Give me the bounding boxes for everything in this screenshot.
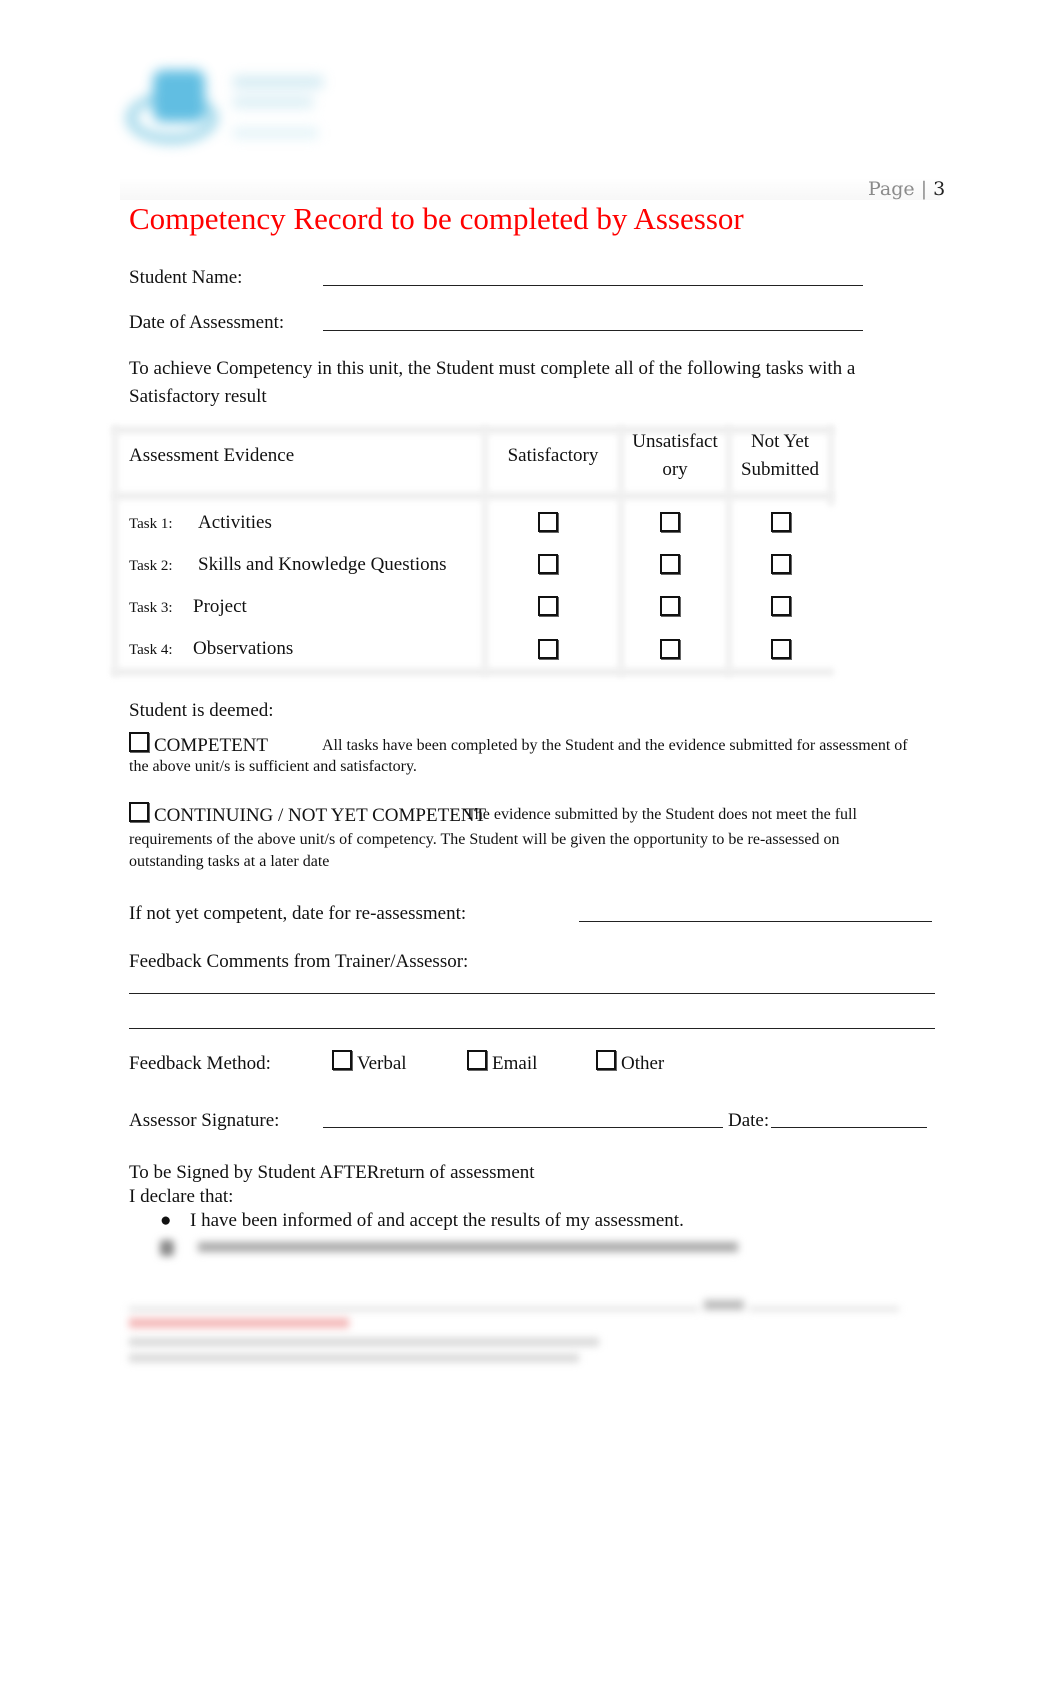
email-checkbox[interactable] [467,1050,487,1070]
nyc-description-cont: requirements of the above unit/s of comp… [129,831,840,848]
feedback-method-email[interactable]: Email [467,1050,537,1075]
verbal-checkbox[interactable] [332,1050,352,1070]
header-not-yet-submitted: Not Yet Submitted [740,431,820,480]
task-name: Project [193,596,247,617]
organisation-logo [118,62,328,154]
reassessment-date-field[interactable] [579,921,932,922]
task2-unsatisfactory-checkbox[interactable] [660,554,680,574]
assessor-date-label: Date: [728,1110,770,1131]
nyc-description: The evidence submitted by the Student do… [465,806,857,823]
task4-not-yet-submitted-checkbox[interactable] [771,639,791,659]
other-checkbox[interactable] [596,1050,616,1070]
task-number: Task 2: [129,558,173,574]
task-name: Skills and Knowledge Questions [198,554,447,575]
header-assessment-evidence: Assessment Evidence [129,445,295,466]
obscured-signature-line [129,1300,899,1314]
competent-description: All tasks have been completed by the Stu… [322,737,908,754]
date-of-assessment-field[interactable] [323,330,863,331]
obscured-declaration-item [160,1238,740,1256]
nyc-option[interactable]: CONTINUING / NOT YET COMPETENT [129,802,486,827]
task-number: Task 1: [129,516,173,532]
reassessment-label: If not yet competent, date for re-assess… [129,903,467,924]
task-name: Observations [193,638,294,659]
task-number: Task 4: [129,642,173,658]
task3-unsatisfactory-checkbox[interactable] [660,596,680,616]
header-divider [120,178,940,200]
assessor-date-field[interactable] [771,1127,927,1128]
declaration-item: ● I have been informed of and accept the … [160,1210,684,1231]
feedback-method-label: Feedback Method: [129,1053,271,1074]
task-name: Activities [198,512,272,533]
deemed-label: Student is deemed: [129,700,274,721]
assessor-signature-label: Assessor Signature: [129,1110,280,1131]
competent-option[interactable]: COMPETENT [129,732,268,757]
task4-unsatisfactory-checkbox[interactable] [660,639,680,659]
date-of-assessment-label: Date of Assessment: [129,312,285,333]
competent-label: COMPETENT [154,735,268,756]
intro-text: To achieve Competency in this unit, the … [129,358,856,407]
obscured-note-line-1 [129,1338,599,1346]
header-unsatisfactory: Unsatisfact ory [632,431,718,480]
task4-satisfactory-checkbox[interactable] [538,639,558,659]
task1-unsatisfactory-checkbox[interactable] [660,512,680,532]
page-label: Page | [868,178,928,200]
nyc-description-cont2: outstanding tasks at a later date [129,853,330,870]
feedback-method-other[interactable]: Other [596,1050,664,1075]
task2-not-yet-submitted-checkbox[interactable] [771,554,791,574]
assessor-signature-field[interactable] [323,1127,723,1128]
declare-label: I declare that: [129,1186,234,1207]
task-number: Task 3: [129,600,173,616]
task2-satisfactory-checkbox[interactable] [538,554,558,574]
nyc-checkbox[interactable] [129,802,149,822]
nyc-label: CONTINUING / NOT YET COMPETENT [154,805,487,826]
feedback-comments-line-1[interactable] [129,993,935,994]
page-title: Competency Record to be completed by Ass… [129,201,744,236]
competent-checkbox[interactable] [129,732,149,752]
task1-not-yet-submitted-checkbox[interactable] [771,512,791,532]
task3-not-yet-submitted-checkbox[interactable] [771,596,791,616]
obscured-note-line-2 [129,1354,579,1362]
header-satisfactory: Satisfactory [507,445,599,466]
assessment-table: Assessment Evidence Satisfactory Unsatis… [112,426,834,676]
competent-description-cont: the above unit/s is sufficient and satis… [129,758,417,775]
bullet-icon: ● [160,1210,172,1231]
feedback-method-verbal[interactable]: Verbal [332,1050,407,1075]
student-name-label: Student Name: [129,267,243,288]
student-sign-heading: To be Signed by Student AFTERreturn of a… [129,1162,535,1183]
page-number-value: 3 [933,178,946,200]
task3-satisfactory-checkbox[interactable] [538,596,558,616]
task1-satisfactory-checkbox[interactable] [538,512,558,532]
obscured-red-note [129,1318,349,1328]
feedback-comments-label: Feedback Comments from Trainer/Assessor: [129,951,469,972]
page-number: Page | 3 [868,178,945,200]
feedback-comments-line-2[interactable] [129,1028,935,1029]
student-name-field[interactable] [323,285,863,286]
